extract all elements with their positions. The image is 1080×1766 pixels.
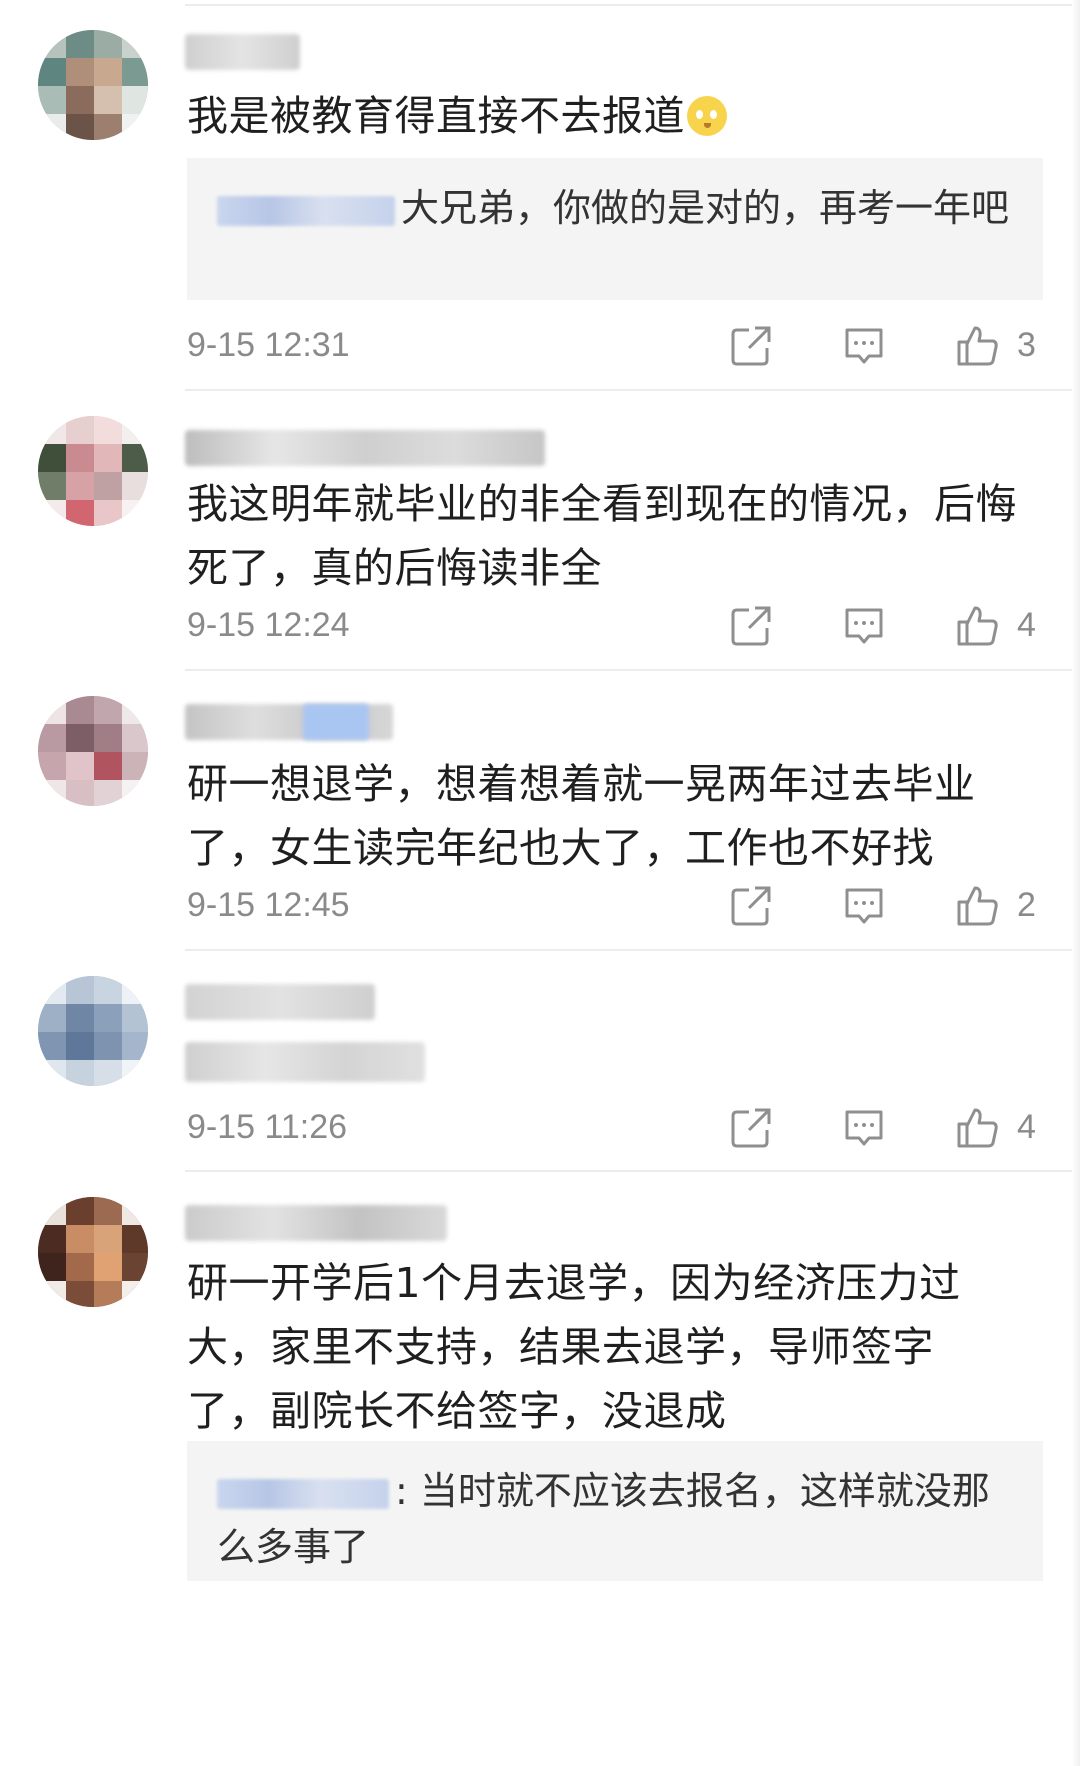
reply-username-blurred[interactable] <box>217 195 395 226</box>
like-count: 4 <box>1017 1108 1036 1146</box>
username-blurred[interactable] <box>185 984 375 1020</box>
like-count: 2 <box>1017 886 1036 924</box>
share-button[interactable] <box>729 604 773 648</box>
like-button[interactable] <box>955 1106 999 1150</box>
pleading-face-icon <box>687 96 727 136</box>
comment-time: 9-15 12:24 <box>187 606 350 644</box>
avatar[interactable] <box>38 30 148 140</box>
share-icon <box>731 886 771 926</box>
reply-text: 大兄弟，你做的是对的，再考一年吧 <box>401 186 1010 230</box>
edge-shadow <box>1072 0 1080 1766</box>
comment-list: 我是被教育得直接不去报道 大兄弟，你做的是对的，再考一年吧 9-15 12:31… <box>0 0 1080 1766</box>
comment-text: 我这明年就毕业的非全看到现在的情况，后悔死了，真的后悔读非全 <box>187 480 1017 592</box>
avatar[interactable] <box>38 416 148 526</box>
comment-icon <box>845 328 883 364</box>
thumbs-up-icon <box>957 1108 998 1148</box>
divider <box>185 669 1080 671</box>
comment-time: 9-15 12:45 <box>187 886 350 924</box>
comment-text: 研一开学后1个月去退学，因为经济压力过大，家里不支持，结果去退学，导师签字了，副… <box>187 1259 961 1435</box>
divider <box>185 1170 1080 1172</box>
avatar[interactable] <box>38 696 148 806</box>
username-blurred[interactable] <box>185 34 300 70</box>
thumbs-up-icon <box>957 606 998 646</box>
username-blurred[interactable] <box>185 430 545 466</box>
like-count: 4 <box>1017 606 1036 644</box>
divider <box>185 389 1080 391</box>
share-button[interactable] <box>729 884 773 928</box>
divider <box>185 949 1080 951</box>
comment-icon <box>845 1110 883 1146</box>
reply-preview[interactable]: : 当时就不应该去报名，这样就没那么多事了 <box>187 1441 1043 1581</box>
share-icon <box>731 1108 771 1148</box>
like-button[interactable] <box>955 324 999 368</box>
reply-preview[interactable]: 大兄弟，你做的是对的，再考一年吧 <box>187 158 1043 300</box>
like-button[interactable] <box>955 604 999 648</box>
like-button[interactable] <box>955 884 999 928</box>
reply-button[interactable] <box>842 884 886 928</box>
reply-button[interactable] <box>842 1106 886 1150</box>
comment-icon <box>845 608 883 644</box>
thumbs-up-icon <box>957 886 998 926</box>
comment-icon <box>845 888 883 924</box>
user-badge-blurred <box>303 704 369 740</box>
avatar[interactable] <box>38 1197 148 1307</box>
avatar[interactable] <box>38 976 148 1086</box>
top-divider <box>185 4 1080 6</box>
comment-text: 我是被教育得直接不去报道 <box>187 84 1047 148</box>
share-button[interactable] <box>729 324 773 368</box>
comment-time: 9-15 11:26 <box>187 1108 348 1146</box>
reply-button[interactable] <box>842 604 886 648</box>
comment-footer: 9-15 12:31 3 <box>187 318 1044 378</box>
share-button[interactable] <box>729 1106 773 1150</box>
share-icon <box>731 326 771 366</box>
thumbs-up-icon <box>957 326 998 366</box>
username-blurred[interactable] <box>185 1205 447 1241</box>
comment-text-blurred <box>185 1042 425 1082</box>
reply-username-blurred[interactable] <box>217 1478 389 1509</box>
comment-footer: 9-15 12:24 4 <box>187 598 1044 658</box>
like-count: 3 <box>1017 326 1036 364</box>
comment-time: 9-15 12:31 <box>187 326 350 364</box>
comment-text: 研一想退学，想着想着就一晃两年过去毕业了，女生读完年纪也大了，工作也不好找 <box>187 760 976 872</box>
share-icon <box>731 606 771 646</box>
comment-footer: 9-15 12:45 2 <box>187 878 1044 938</box>
reply-button[interactable] <box>842 324 886 368</box>
comment-footer: 9-15 11:26 4 <box>187 1100 1044 1160</box>
